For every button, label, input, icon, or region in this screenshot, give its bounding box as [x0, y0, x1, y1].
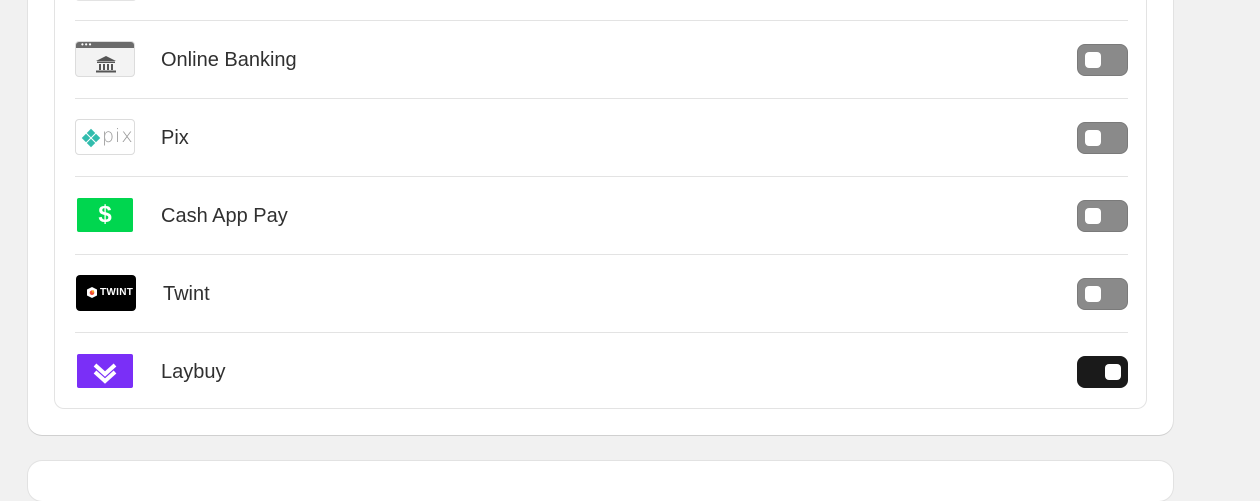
previous-row-logo-edge	[75, 0, 137, 1]
online-banking-toggle[interactable]	[1077, 44, 1128, 76]
list-item-laybuy: Laybuy	[75, 332, 1128, 410]
twint-logo: TWINT	[76, 275, 136, 311]
pix-logo: pix	[75, 119, 135, 155]
twint-toggle[interactable]	[1077, 278, 1128, 310]
laybuy-toggle[interactable]	[1077, 356, 1128, 388]
laybuy-logo	[75, 353, 135, 389]
toggle-knob	[1105, 364, 1121, 380]
list-item-twint: TWINT Twint	[75, 254, 1128, 332]
pix-toggle[interactable]	[1077, 122, 1128, 154]
toggle-knob	[1085, 130, 1101, 146]
cash-app-logo: $	[75, 197, 135, 233]
payment-method-name: Twint	[163, 283, 210, 305]
toggle-knob	[1085, 208, 1101, 224]
payment-methods-list: ••• Online Banking pix Pix $ Cash App Pa…	[54, 0, 1147, 409]
pix-logo-text: pix	[102, 125, 134, 147]
twint-logo-text: TWINT	[100, 287, 134, 298]
dollar-icon: $	[98, 201, 112, 228]
payment-method-name: Online Banking	[161, 49, 297, 71]
payment-method-name: Cash App Pay	[161, 205, 288, 227]
list-item-pix: pix Pix	[75, 98, 1128, 176]
next-card	[28, 461, 1173, 501]
payment-method-name: Pix	[161, 127, 189, 149]
bank-icon: •••	[75, 41, 135, 77]
toggle-knob	[1085, 286, 1101, 302]
list-item-online-banking: ••• Online Banking	[75, 20, 1128, 98]
toggle-knob	[1085, 52, 1101, 68]
list-item-cash-app-pay: $ Cash App Pay	[75, 176, 1128, 254]
cash-app-pay-toggle[interactable]	[1077, 200, 1128, 232]
payment-methods-card: ••• Online Banking pix Pix $ Cash App Pa…	[28, 0, 1173, 435]
payment-method-name: Laybuy	[161, 361, 226, 383]
